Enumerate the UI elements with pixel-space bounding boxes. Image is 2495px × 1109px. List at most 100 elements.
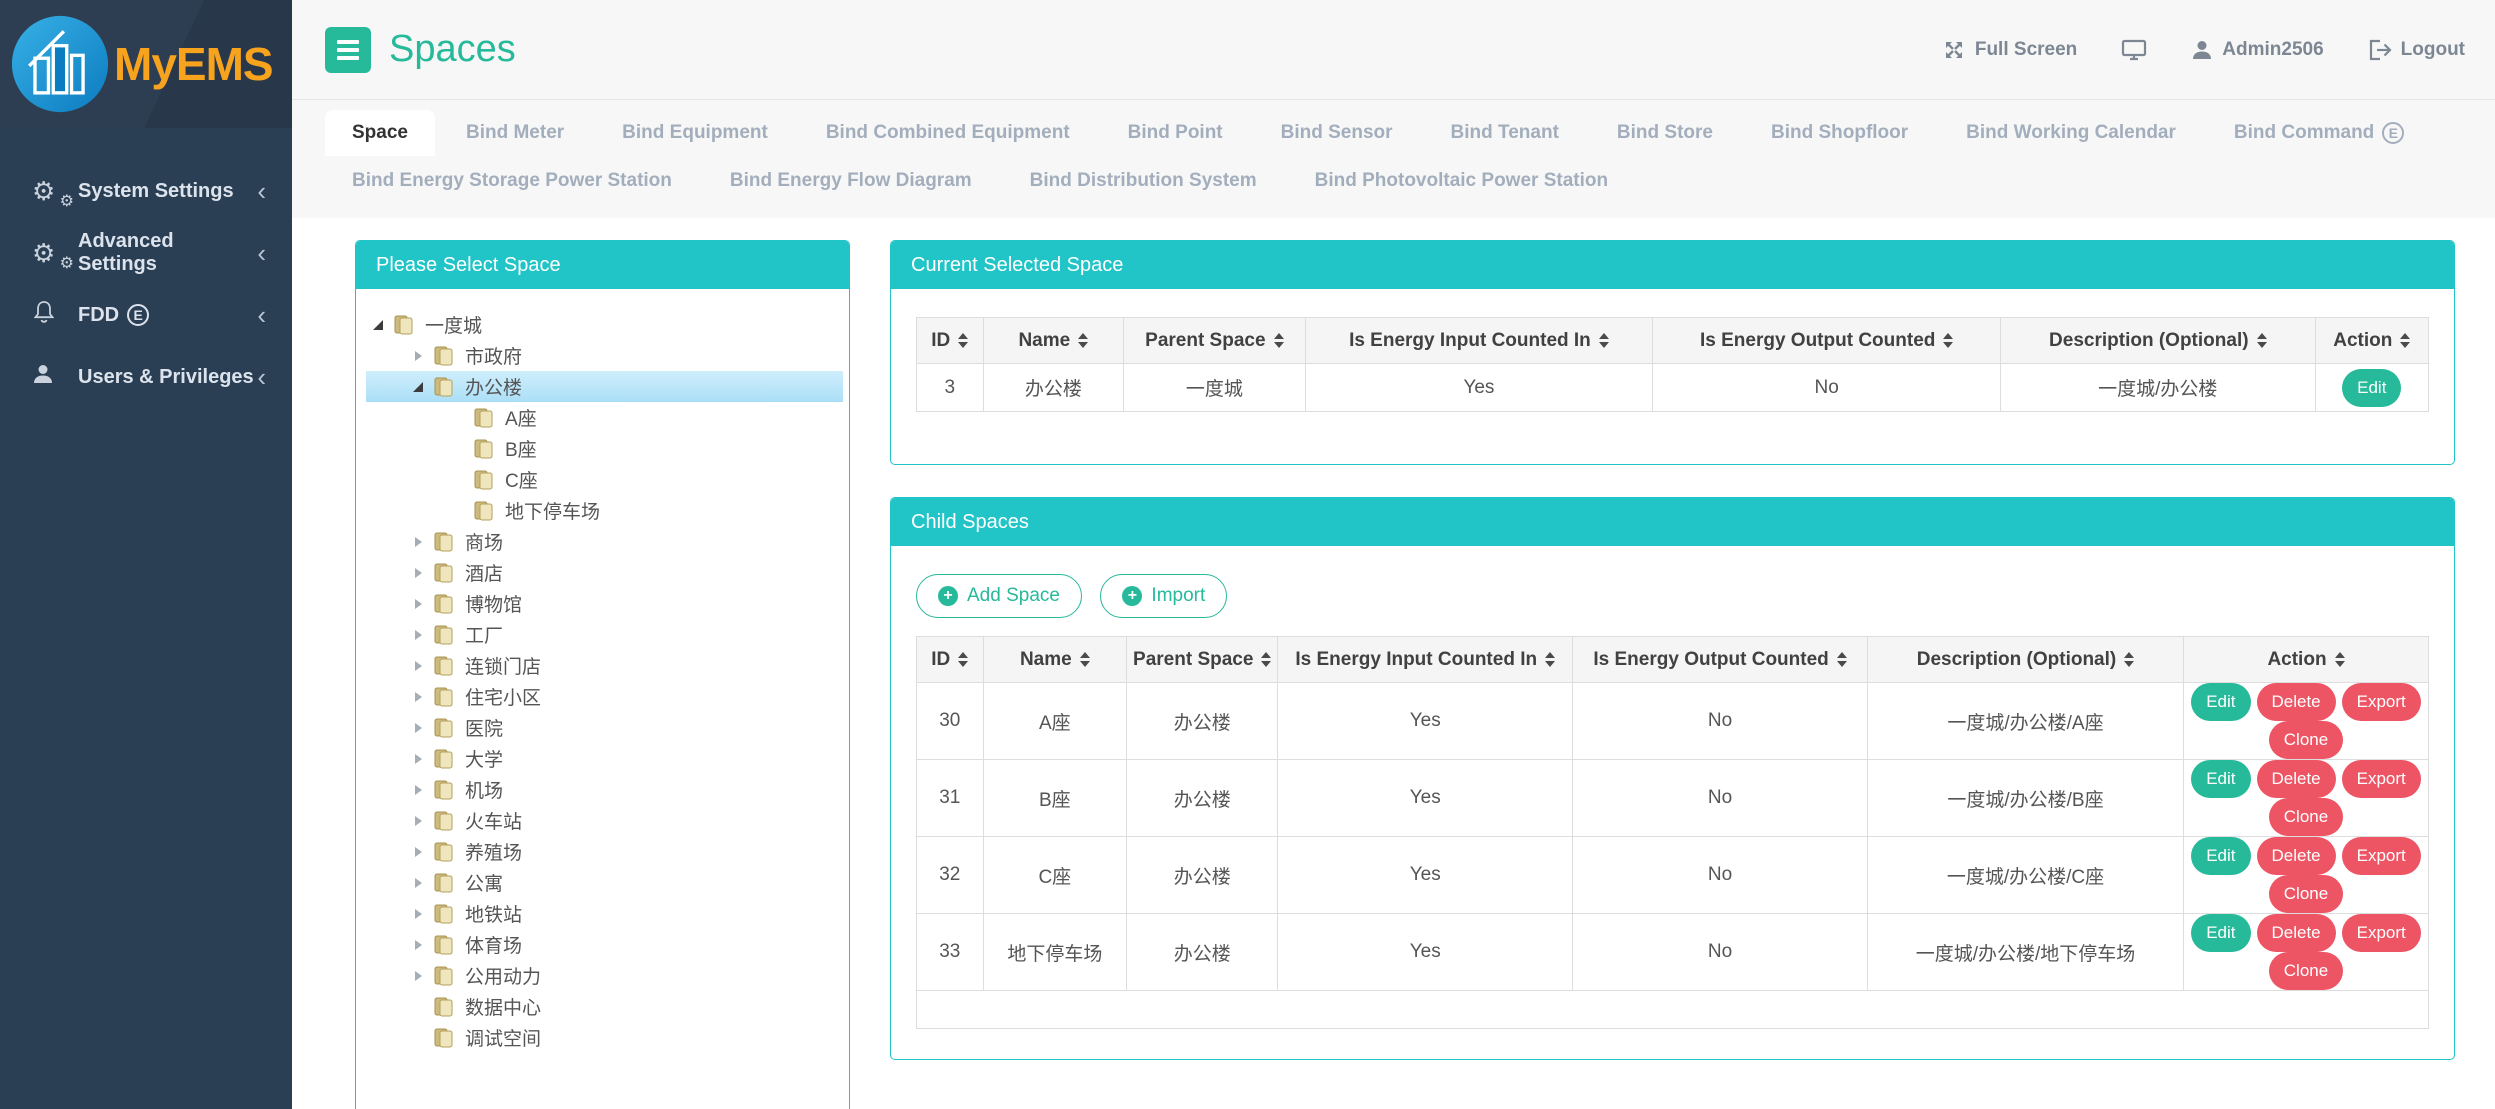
export-button[interactable]: Export — [2342, 837, 2421, 875]
tab-bind-shopfloor[interactable]: Bind Shopfloor — [1744, 110, 1935, 156]
tree-expander-icon[interactable] — [406, 686, 430, 708]
menu-toggle-button[interactable] — [325, 27, 371, 73]
tree-expander-icon[interactable] — [406, 717, 430, 739]
tab-bind-meter[interactable]: Bind Meter — [439, 110, 591, 156]
tree-node-22[interactable]: 数据中心 — [366, 991, 843, 1022]
clone-button[interactable]: Clone — [2269, 952, 2343, 990]
delete-button[interactable]: Delete — [2257, 837, 2336, 875]
tree-node-9[interactable]: 博物馆 — [366, 588, 843, 619]
tree-expander-icon[interactable] — [406, 779, 430, 801]
edit-button[interactable]: Edit — [2191, 914, 2250, 952]
tree-expander-icon[interactable] — [406, 345, 430, 367]
tree-node-11[interactable]: 连锁门店 — [366, 650, 843, 681]
delete-button[interactable]: Delete — [2257, 683, 2336, 721]
tree-node-c[interactable]: C座 — [366, 464, 843, 495]
col-parent-space[interactable]: Parent Space — [1124, 318, 1305, 364]
user-menu[interactable]: Admin2506 — [2191, 39, 2323, 61]
col-is-energy-output-counted[interactable]: Is Energy Output Counted — [1573, 637, 1868, 683]
delete-button[interactable]: Delete — [2257, 760, 2336, 798]
tab-bind-energy-storage-power-station[interactable]: Bind Energy Storage Power Station — [325, 158, 699, 204]
sidebar-item-system-settings[interactable]: ⚙⚙System Settings‹ — [0, 160, 292, 222]
tree-expander-icon[interactable] — [366, 314, 390, 336]
tree-expander-icon[interactable] — [406, 593, 430, 615]
tree-node-16[interactable]: 火车站 — [366, 805, 843, 836]
display-button[interactable] — [2121, 38, 2147, 62]
tree-node-6[interactable]: 地下停车场 — [366, 495, 843, 526]
tree-expander-icon[interactable] — [406, 903, 430, 925]
tab-bind-combined-equipment[interactable]: Bind Combined Equipment — [799, 110, 1097, 156]
tree-expander-icon[interactable] — [406, 655, 430, 677]
tree-node-21[interactable]: 公用动力 — [366, 960, 843, 991]
tab-bind-tenant[interactable]: Bind Tenant — [1424, 110, 1586, 156]
tree-expander-icon[interactable] — [406, 934, 430, 956]
tree-node-a[interactable]: A座 — [366, 402, 843, 433]
tree-expander-icon[interactable] — [406, 562, 430, 584]
sidebar-item-advanced-settings[interactable]: ⚙⚙Advanced Settings‹ — [0, 222, 292, 284]
tab-bind-energy-flow-diagram[interactable]: Bind Energy Flow Diagram — [703, 158, 999, 204]
clone-button[interactable]: Clone — [2269, 875, 2343, 913]
export-button[interactable]: Export — [2342, 914, 2421, 952]
clone-button[interactable]: Clone — [2269, 721, 2343, 759]
tree-expander-icon[interactable] — [406, 872, 430, 894]
tree-node-10[interactable]: 工厂 — [366, 619, 843, 650]
brand-logo[interactable]: MyEMS — [0, 0, 292, 128]
col-id[interactable]: ID — [917, 318, 984, 364]
tree-node-23[interactable]: 调试空间 — [366, 1022, 843, 1053]
col-description-optional[interactable]: Description (Optional) — [2001, 318, 2315, 364]
tree-node-20[interactable]: 体育场 — [366, 929, 843, 960]
clone-button[interactable]: Clone — [2269, 798, 2343, 836]
tree-expander-icon[interactable] — [406, 748, 430, 770]
add-space-button[interactable]: + Add Space — [916, 574, 1082, 618]
tree-expander-icon[interactable] — [406, 376, 430, 398]
sidebar-item-users-privileges[interactable]: Users & Privileges‹ — [0, 346, 292, 408]
tree-node-18[interactable]: 公寓 — [366, 867, 843, 898]
tab-bind-store[interactable]: Bind Store — [1590, 110, 1740, 156]
col-is-energy-output-counted[interactable]: Is Energy Output Counted — [1653, 318, 2001, 364]
tab-space[interactable]: Space — [325, 110, 435, 156]
col-parent-space[interactable]: Parent Space — [1127, 637, 1278, 683]
export-button[interactable]: Export — [2342, 683, 2421, 721]
delete-button[interactable]: Delete — [2257, 914, 2336, 952]
sidebar-item-fdd[interactable]: FDDE‹ — [0, 284, 292, 346]
tree-node-8[interactable]: 酒店 — [366, 557, 843, 588]
tab-bind-working-calendar[interactable]: Bind Working Calendar — [1939, 110, 2203, 156]
col-is-energy-input-counted-in[interactable]: Is Energy Input Counted In — [1278, 637, 1573, 683]
edit-button[interactable]: Edit — [2342, 369, 2401, 407]
tree-node-15[interactable]: 机场 — [366, 774, 843, 805]
tree-node-14[interactable]: 大学 — [366, 743, 843, 774]
tree-node-0[interactable]: 一度城 — [366, 309, 843, 340]
tree-expander-icon[interactable] — [406, 624, 430, 646]
col-name[interactable]: Name — [983, 637, 1127, 683]
tab-bind-sensor[interactable]: Bind Sensor — [1254, 110, 1420, 156]
col-id[interactable]: ID — [917, 637, 984, 683]
tab-bind-photovoltaic-power-station[interactable]: Bind Photovoltaic Power Station — [1288, 158, 1635, 204]
fullscreen-button[interactable]: Full Screen — [1942, 38, 2077, 62]
export-button[interactable]: Export — [2342, 760, 2421, 798]
col-action[interactable]: Action — [2315, 318, 2428, 364]
tab-bind-point[interactable]: Bind Point — [1101, 110, 1250, 156]
col-is-energy-input-counted-in[interactable]: Is Energy Input Counted In — [1305, 318, 1653, 364]
tree-node-12[interactable]: 住宅小区 — [366, 681, 843, 712]
tree-expander-icon[interactable] — [406, 841, 430, 863]
col-description-optional[interactable]: Description (Optional) — [1867, 637, 2183, 683]
edit-button[interactable]: Edit — [2191, 760, 2250, 798]
tree-node-2[interactable]: 办公楼 — [366, 371, 843, 402]
col-action[interactable]: Action — [2184, 637, 2429, 683]
tree-node-1[interactable]: 市政府 — [366, 340, 843, 371]
tab-bind-distribution-system[interactable]: Bind Distribution System — [1003, 158, 1284, 204]
import-button[interactable]: + Import — [1100, 574, 1227, 618]
tree-expander-icon[interactable] — [406, 531, 430, 553]
tree-node-b[interactable]: B座 — [366, 433, 843, 464]
tree-node-7[interactable]: 商场 — [366, 526, 843, 557]
tree-expander-icon[interactable] — [406, 965, 430, 987]
logout-button[interactable]: Logout — [2368, 39, 2465, 61]
tree-expander-icon[interactable] — [406, 810, 430, 832]
edit-button[interactable]: Edit — [2191, 683, 2250, 721]
col-name[interactable]: Name — [983, 318, 1124, 364]
tab-bind-command[interactable]: Bind CommandE — [2207, 110, 2431, 156]
tree-node-17[interactable]: 养殖场 — [366, 836, 843, 867]
tab-bind-equipment[interactable]: Bind Equipment — [595, 110, 795, 156]
tree-node-19[interactable]: 地铁站 — [366, 898, 843, 929]
tree-node-13[interactable]: 医院 — [366, 712, 843, 743]
edit-button[interactable]: Edit — [2191, 837, 2250, 875]
